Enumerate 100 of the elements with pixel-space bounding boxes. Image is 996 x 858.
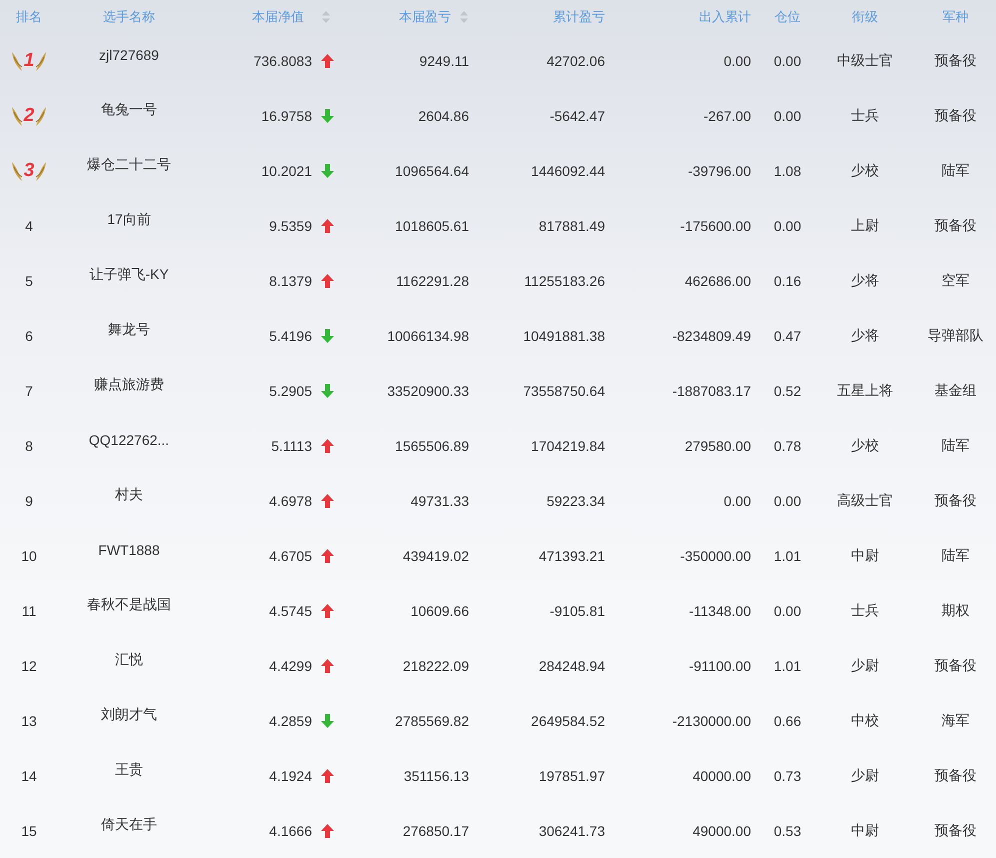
total-profit: 10491881.38 [523, 328, 605, 344]
rank-title: 中尉 [851, 546, 879, 564]
profit-value: 1018605.61 [395, 218, 469, 234]
net-value: 4.5745 [269, 602, 312, 618]
profit-value: 276850.17 [402, 822, 469, 838]
player-name: zjl727689 [99, 46, 159, 62]
wing-icon [35, 50, 48, 72]
net-value: 4.1666 [269, 822, 312, 838]
rank-title: 士兵 [851, 106, 879, 124]
column-header: 排名 [16, 8, 42, 26]
total-profit: 42702.06 [546, 52, 605, 68]
rank-number: 1 [24, 50, 34, 72]
net-value: 4.6705 [269, 548, 312, 564]
branch: 预备役 [934, 52, 976, 70]
player-name: 刘朗才气 [101, 706, 157, 724]
profit-value: 1162291.28 [396, 272, 469, 288]
rank-number: 10 [21, 548, 37, 564]
profit-value: 10066134.98 [387, 328, 469, 344]
wing-icon [10, 104, 23, 126]
branch: 海军 [942, 712, 970, 730]
position-value: 1.01 [774, 548, 802, 564]
wing-icon [35, 160, 48, 182]
player-name: 王贵 [115, 760, 143, 778]
player-name: 舞龙号 [108, 320, 150, 338]
total-profit: 1446092.44 [531, 162, 605, 178]
net-value: 4.6978 [269, 492, 312, 508]
position-value: 0.47 [774, 328, 802, 344]
branch: 预备役 [934, 216, 976, 234]
net-value: 4.1924 [269, 768, 312, 784]
total-profit: 2649584.52 [531, 712, 605, 728]
sort-icon[interactable] [460, 10, 468, 22]
position-value: 1.08 [774, 162, 802, 178]
rank-number: 3 [24, 160, 34, 182]
profit-value: 2604.86 [418, 108, 469, 124]
profit-value: 1565506.89 [395, 438, 469, 454]
net-value: 4.2859 [269, 712, 312, 728]
rank-title: 少校 [851, 436, 879, 454]
position-value: 0.66 [774, 712, 802, 728]
wing-icon [10, 160, 23, 182]
net-value: 9.5359 [269, 218, 312, 234]
profit-value: 1096564.64 [395, 162, 469, 178]
column-header: 累计盈亏 [553, 8, 605, 26]
profit-value: 439419.02 [402, 548, 469, 564]
flow-total: 49000.00 [692, 822, 751, 838]
rank-number: 6 [25, 328, 33, 344]
column-header: 出入累计 [699, 8, 751, 26]
flow-total: 0.00 [724, 492, 751, 508]
total-profit: 284248.94 [538, 658, 605, 674]
total-profit: 817881.49 [538, 218, 605, 234]
column-header: 选手名称 [103, 8, 155, 26]
position-value: 0.73 [774, 768, 802, 784]
rank-number: 2 [24, 104, 34, 126]
rank-title: 高级士官 [837, 492, 893, 510]
branch: 陆军 [942, 546, 970, 564]
profit-value: 9249.11 [419, 52, 469, 68]
branch: 预备役 [934, 822, 976, 840]
total-profit: 471393.21 [538, 548, 605, 564]
column-header: 仓位 [774, 8, 800, 26]
rank-title: 士兵 [851, 602, 879, 620]
player-name: 村夫 [115, 486, 143, 504]
column-header: 本届净值 [252, 8, 304, 26]
player-name: 汇悦 [115, 650, 143, 668]
branch: 预备役 [934, 656, 976, 674]
position-value: 0.78 [774, 438, 802, 454]
rank-title: 少尉 [851, 656, 879, 674]
rank-number: 12 [21, 658, 37, 674]
net-value: 10.2021 [261, 162, 312, 178]
rank-number: 5 [25, 272, 33, 288]
net-value: 5.2905 [269, 382, 312, 398]
flow-total: -267.00 [704, 108, 751, 124]
profit-value: 2785569.82 [395, 712, 469, 728]
position-value: 0.00 [774, 52, 802, 68]
total-profit: 11255183.26 [524, 272, 605, 288]
profit-value: 351156.13 [404, 768, 469, 784]
column-header: 军种 [942, 8, 968, 26]
position-value: 0.00 [774, 492, 802, 508]
branch: 预备役 [934, 766, 976, 784]
rank-title: 五星上将 [837, 382, 893, 400]
player-name: 爆仓二十二号 [87, 156, 171, 174]
flow-total: 0.00 [724, 52, 751, 68]
total-profit: 73558750.64 [523, 382, 605, 398]
position-value: 1.01 [774, 658, 802, 674]
rank-title: 少将 [851, 326, 879, 344]
total-profit: -9105.81 [550, 602, 605, 618]
sort-icon[interactable] [322, 10, 330, 22]
flow-total: 279580.00 [684, 438, 751, 454]
position-value: 0.53 [774, 822, 802, 838]
flow-total: 40000.00 [692, 768, 751, 784]
branch: 期权 [942, 602, 970, 620]
wing-icon [35, 104, 48, 126]
branch: 基金组 [934, 382, 976, 400]
profit-value: 10609.66 [410, 602, 469, 618]
rank-title: 中校 [851, 712, 879, 730]
flow-total: 462686.00 [684, 272, 751, 288]
player-name: 17向前 [107, 210, 151, 228]
flow-total: -91100.00 [688, 658, 751, 674]
wing-icon [10, 50, 23, 72]
total-profit: 197851.97 [538, 768, 605, 784]
net-value: 16.9758 [261, 108, 312, 124]
rank-number: 15 [21, 822, 37, 838]
